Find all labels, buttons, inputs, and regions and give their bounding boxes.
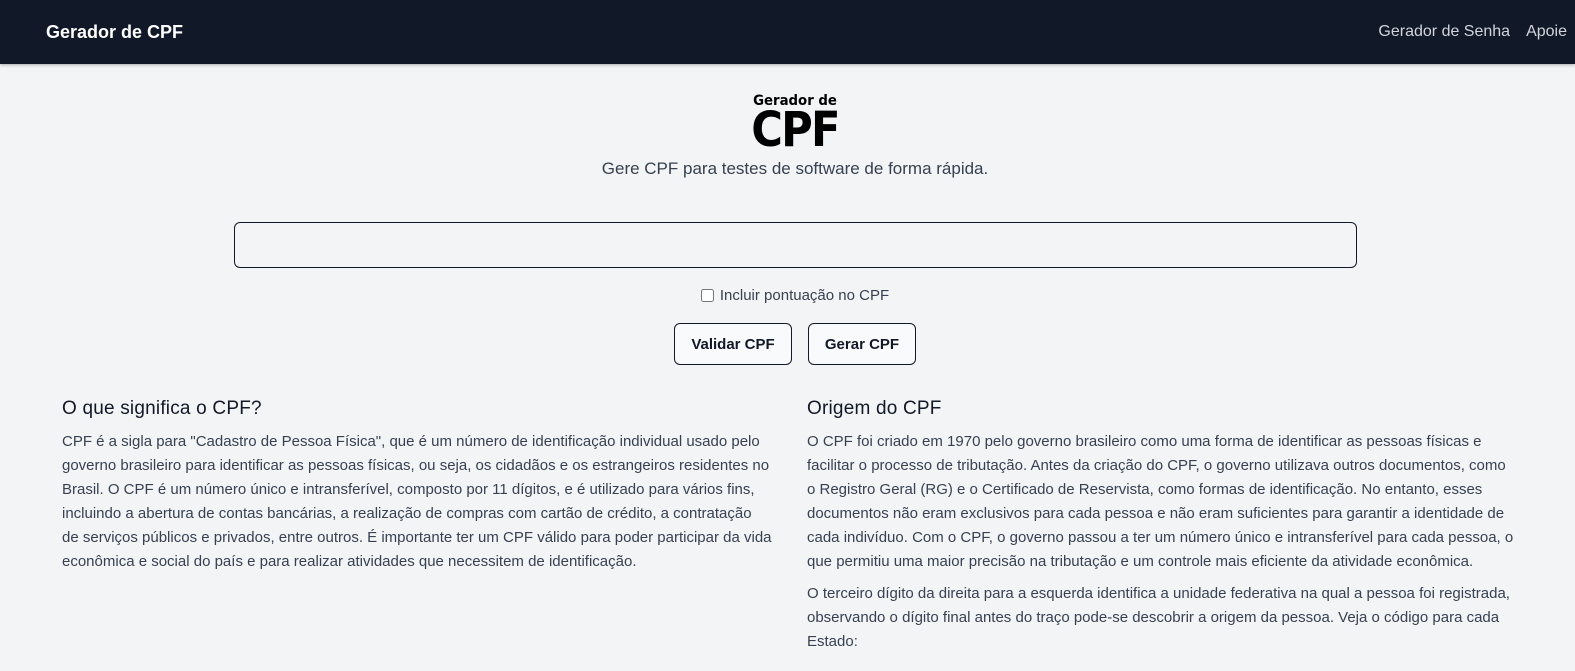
punctuation-option[interactable]: Incluir pontuação no CPF xyxy=(0,287,1575,304)
origin-section: Origem do CPF O CPF foi criado em 1970 p… xyxy=(807,398,1517,662)
nav-link-support[interactable]: Apoie xyxy=(1526,23,1567,41)
tagline: Gere CPF para testes de software de form… xyxy=(601,159,989,178)
logo-big-text: CPF xyxy=(751,102,840,158)
meaning-section: O que significa o CPF? CPF é a sigla par… xyxy=(62,398,772,582)
cpf-input[interactable] xyxy=(234,222,1357,268)
top-navbar: Gerador de CPF Gerador de Senha Apoie xyxy=(0,0,1575,64)
brand-link[interactable]: Gerador de CPF xyxy=(46,22,183,43)
validate-cpf-button[interactable]: Validar CPF xyxy=(674,323,792,365)
meaning-title: O que significa o CPF? xyxy=(62,398,262,419)
site-logo: Gerador de CPF xyxy=(745,94,845,156)
punctuation-checkbox-label: Incluir pontuação no CPF xyxy=(719,287,890,304)
punctuation-checkbox[interactable] xyxy=(700,289,714,302)
generate-cpf-button[interactable]: Gerar CPF xyxy=(808,323,916,365)
origin-paragraph-1: O CPF foi criado em 1970 pelo governo br… xyxy=(807,433,1514,570)
nav-links: Gerador de Senha Apoie xyxy=(1378,23,1567,41)
origin-paragraph-2: O terceiro dígito da direita para a esqu… xyxy=(807,585,1510,650)
nav-link-password-generator[interactable]: Gerador de Senha xyxy=(1378,23,1510,41)
meaning-paragraph: CPF é a sigla para "Cadastro de Pessoa F… xyxy=(62,433,772,570)
origin-title: Origem do CPF xyxy=(807,398,942,419)
